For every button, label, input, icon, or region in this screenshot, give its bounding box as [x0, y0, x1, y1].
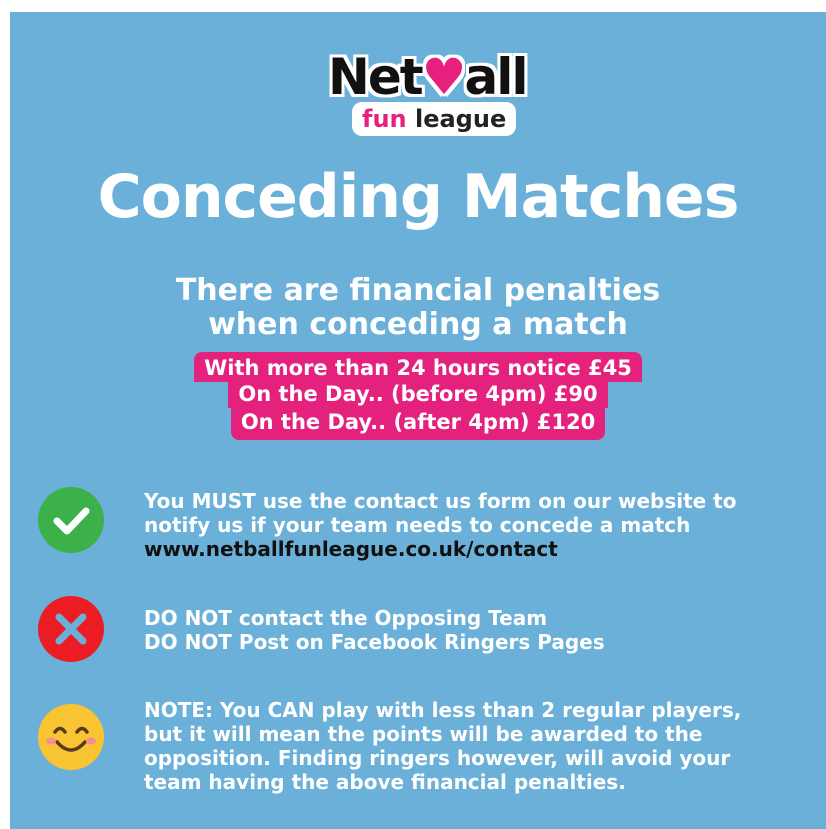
logo-fun: fun [362, 105, 407, 133]
subtitle: There are financial penalties when conce… [10, 274, 826, 342]
note-line: but it will mean the points will be awar… [144, 722, 703, 746]
donot-text: DO NOT contact the Opposing Team DO NOT … [144, 606, 804, 654]
cross-icon [38, 596, 104, 662]
note-line: team having the above financial penaltie… [144, 770, 626, 794]
note-text: NOTE: You CAN play with less than 2 regu… [144, 698, 804, 794]
must-text: You MUST use the contact us form on our … [144, 489, 804, 561]
smiley-icon [38, 704, 104, 770]
contact-link[interactable]: www.netballfunleague.co.uk/contact [144, 537, 804, 561]
must-item: You MUST use the contact us form on our … [34, 485, 814, 575]
note-line: NOTE: You CAN play with less than 2 regu… [144, 698, 742, 722]
subtitle-line: when conceding a match [208, 307, 628, 342]
subtitle-line: There are financial penalties [175, 273, 661, 308]
note-item: NOTE: You CAN play with less than 2 regu… [34, 698, 814, 818]
logo-word-start: Net [328, 48, 424, 106]
must-line: notify us if your team needs to concede … [144, 513, 691, 537]
must-line: You MUST use the contact us form on our … [144, 489, 737, 513]
penalty-fees: With more than 24 hours notice £45 On th… [10, 352, 826, 440]
logo-league: league [414, 105, 507, 133]
page-title: Conceding Matches [97, 162, 740, 232]
logo-subtitle: fun league [352, 102, 517, 136]
logo-word-end: all [464, 48, 529, 106]
fee-line: With more than 24 hours notice £45 [194, 352, 642, 382]
check-icon [38, 487, 104, 553]
poster: Net♥all fun league Conceding Matches The… [10, 12, 826, 829]
heart-icon: ♥ [421, 48, 467, 106]
fee-line: On the Day.. (after 4pm) £120 [230, 408, 606, 440]
fee-line: On the Day.. (before 4pm) £90 [228, 380, 608, 408]
note-line: opposition. Finding ringers however, wil… [144, 746, 731, 770]
netball-fun-league-logo: Net♥all fun league [322, 48, 532, 146]
donot-line: DO NOT contact the Opposing Team [144, 606, 548, 630]
donot-line: DO NOT Post on Facebook Ringers Pages [144, 630, 605, 654]
donot-item: DO NOT contact the Opposing Team DO NOT … [34, 596, 814, 676]
logo-wordmark: Net♥all [328, 48, 529, 106]
